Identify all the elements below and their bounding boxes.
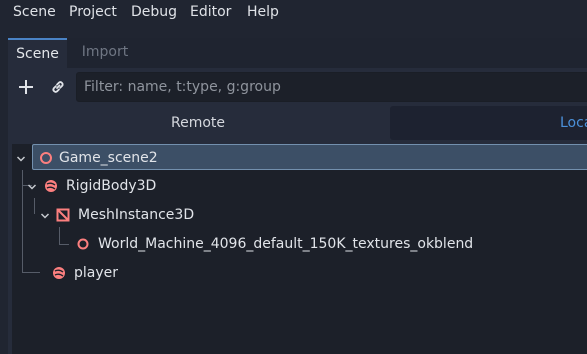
tree-row-label: Game_scene2	[59, 150, 158, 166]
add-node-button[interactable]	[15, 76, 37, 98]
tree-connector	[59, 227, 60, 244]
menu-editor[interactable]: Editor	[190, 4, 231, 20]
tab-import[interactable]: Import	[80, 38, 130, 68]
tree-connector	[34, 198, 35, 214]
link-icon	[52, 81, 64, 93]
tree-row-root[interactable]: Game_scene2	[32, 144, 587, 170]
chevron-down-icon[interactable]	[40, 211, 50, 221]
tree-connector	[59, 244, 69, 245]
node3d-icon	[77, 238, 89, 250]
menu-project[interactable]: Project	[69, 4, 117, 20]
local-tree-button[interactable]: Loca	[390, 106, 587, 140]
instance-scene-button[interactable]	[47, 76, 69, 98]
tree-row-meshinstance[interactable]: MeshInstance3D	[56, 202, 356, 228]
rigidbody3d-icon	[53, 267, 65, 279]
tree-row-label: player	[74, 265, 119, 281]
chevron-down-icon[interactable]	[16, 154, 26, 164]
meshinstance3d-icon	[56, 208, 70, 222]
menu-scene[interactable]: Scene	[13, 4, 56, 20]
chevron-down-icon[interactable]	[27, 182, 37, 192]
tree-row-label: RigidBody3D	[66, 178, 157, 194]
tree-row-label: MeshInstance3D	[78, 207, 195, 223]
tree-row-world-machine[interactable]: World_Machine_4096_default_150K_textures…	[76, 231, 576, 257]
node3d-icon	[40, 152, 52, 164]
remote-tree-button[interactable]: Remote	[8, 106, 388, 140]
menu-help[interactable]: Help	[247, 4, 279, 20]
filter-input[interactable]	[76, 72, 587, 102]
tree-row-player[interactable]: player	[52, 260, 252, 286]
menu-debug[interactable]: Debug	[131, 4, 177, 20]
plus-icon	[19, 80, 33, 94]
tree-connector	[22, 272, 40, 273]
tree-row-label: World_Machine_4096_default_150K_textures…	[98, 236, 474, 252]
scene-dock: Scene Import Remote Loca	[8, 38, 587, 354]
menu-bar: Scene Project Debug Editor Help	[0, 0, 587, 28]
tab-scene[interactable]: Scene	[8, 38, 67, 68]
scene-tree: Game_scene2 RigidBody3D MeshInstance3D W…	[12, 144, 587, 354]
rigidbody3d-icon	[45, 180, 57, 192]
dock-tab-bar: Scene Import	[8, 38, 587, 68]
tree-row-rigidbody[interactable]: RigidBody3D	[44, 173, 344, 199]
